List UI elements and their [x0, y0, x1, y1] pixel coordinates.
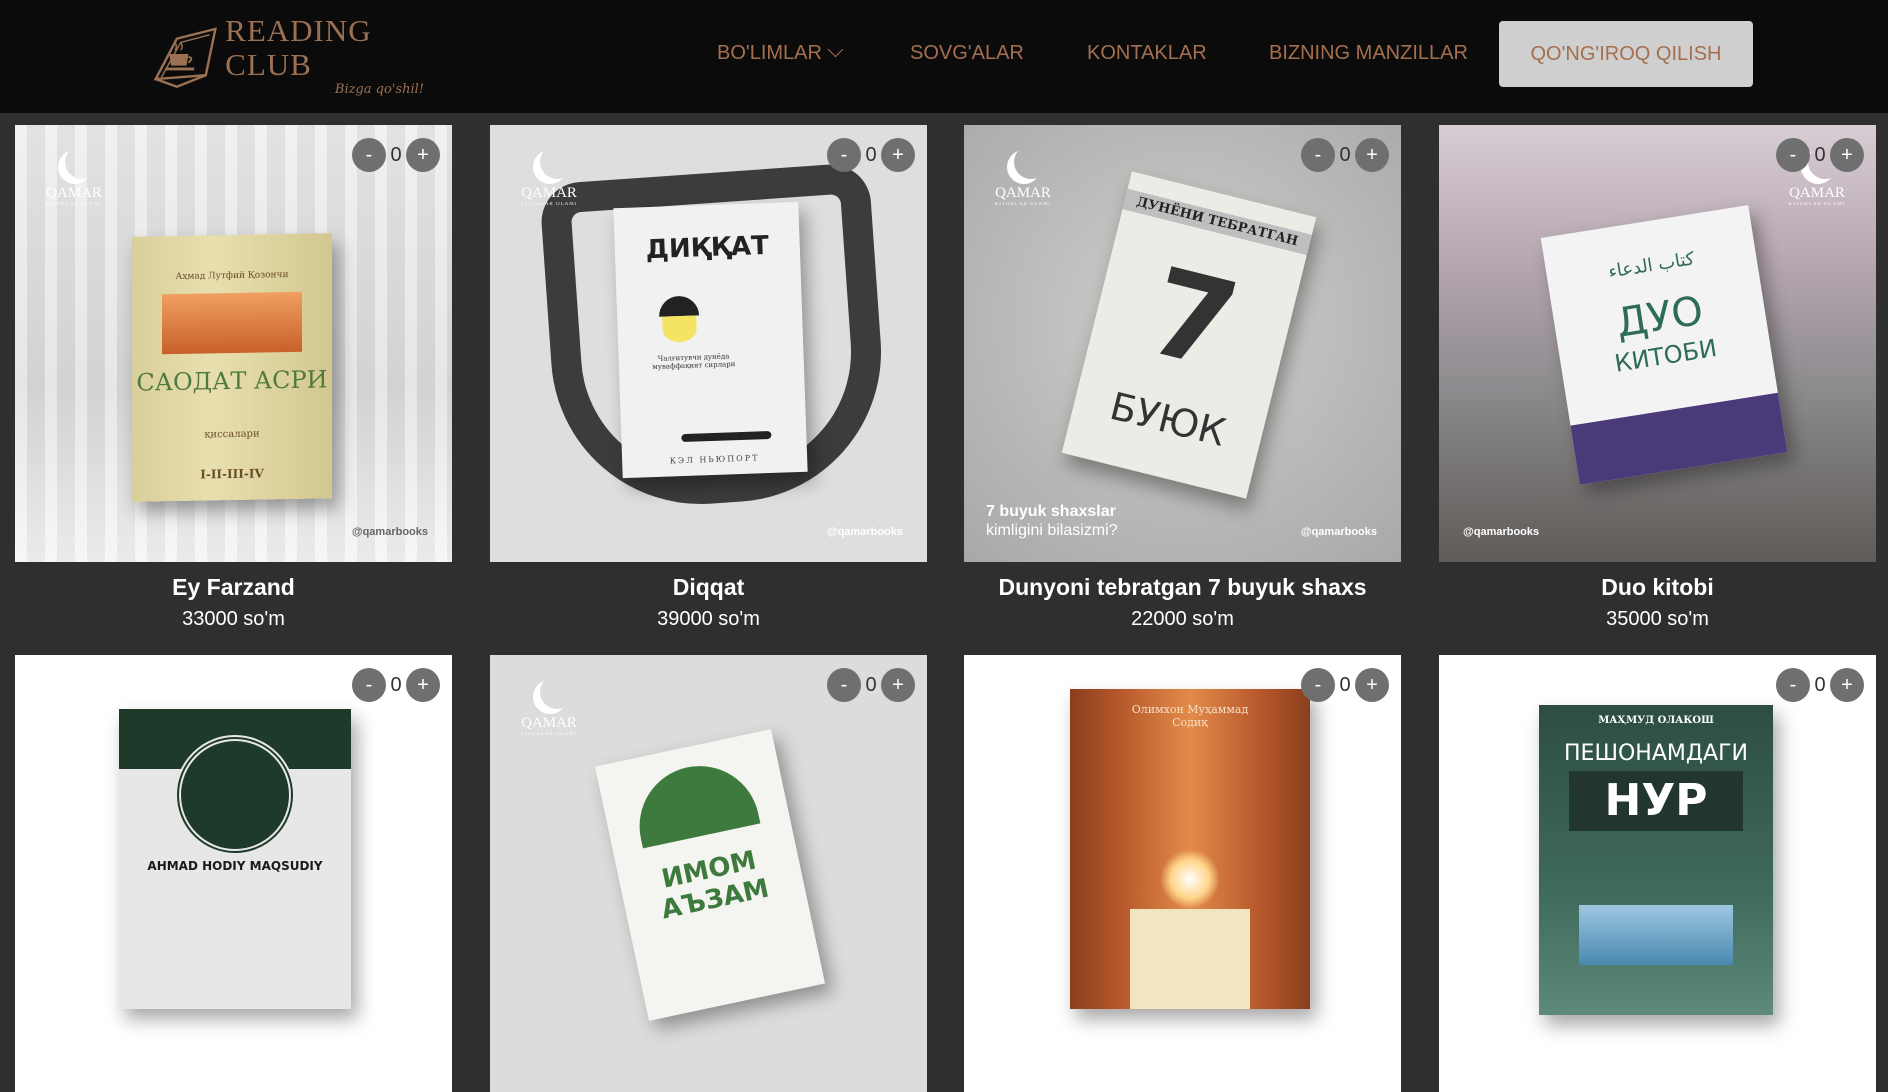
decrease-button[interactable]: -: [1776, 138, 1810, 172]
product-card[interactable]: QAMAR KITOBLAR OLAMI ДИҚҚАТ Чалғитувчи ду…: [490, 125, 927, 630]
site-logo[interactable]: READING CLUB Bizga qo'shil!: [148, 13, 458, 97]
product-image[interactable]: AHMAD HODIY MAQSUDIY - 0 +: [15, 655, 452, 1092]
quantity-stepper[interactable]: - 0 +: [1301, 138, 1389, 172]
nav-item-sovgalar[interactable]: SOVG'ALAR: [910, 0, 1024, 106]
decrease-button[interactable]: -: [352, 138, 386, 172]
product-card[interactable]: QAMAR KITOBLAR OLAMI ИМОМ АЪЗАМ - 0 +: [490, 655, 927, 1092]
product-price: 39000 so'm: [657, 608, 760, 630]
nav-sovgalar-label: SOVG'ALAR: [910, 41, 1024, 64]
decrease-button[interactable]: -: [827, 138, 861, 172]
quantity-stepper[interactable]: - 0 +: [827, 668, 915, 702]
call-button[interactable]: QO'NG'IROQ QILISH: [1499, 21, 1753, 87]
instagram-handle: @qamarbooks: [1300, 526, 1377, 538]
quantity-stepper[interactable]: - 0 +: [1301, 668, 1389, 702]
chevron-down-icon: [827, 41, 844, 57]
qamar-brand: QAMAR KITOBLAR OLAMI: [988, 145, 1058, 207]
increase-button[interactable]: +: [406, 668, 440, 702]
book-cup-logo-icon: [153, 27, 217, 89]
crescent-moon-icon: [540, 675, 574, 709]
decrease-button[interactable]: -: [1301, 668, 1335, 702]
crescent-moon-icon: [65, 145, 99, 179]
nav-kontaklar-label: KONTAKLAR: [1087, 41, 1207, 64]
product-title[interactable]: Diqqat: [490, 574, 927, 601]
quantity-value: 0: [390, 143, 402, 166]
quantity-stepper[interactable]: - 0 +: [352, 138, 440, 172]
nav-item-kontaklar[interactable]: KONTAKLAR: [1087, 0, 1207, 106]
book-cover: Аҳмад Лутфий Қозончи САОДАТ АСРИ қиссала…: [132, 233, 332, 502]
increase-button[interactable]: +: [881, 138, 915, 172]
book-cover: Олимхон Муҳаммад Содиқ: [1070, 689, 1310, 1009]
instagram-handle: @qamarbooks: [351, 526, 428, 538]
quantity-stepper[interactable]: - 0 +: [352, 668, 440, 702]
product-price: 35000 so'm: [1606, 608, 1709, 630]
nav-bolimlar-label: BO'LIMLAR: [717, 41, 822, 64]
product-card[interactable]: Олимхон Муҳаммад Содиқ - 0 +: [964, 655, 1401, 1092]
product-image[interactable]: QAMAR KITOBLAR OLAMI ДУНЁНИ ТЕБРАТГАН 7 Б…: [964, 125, 1401, 562]
promo-caption: 7 buyuk shaxslar kimligini bilasizmi?: [986, 503, 1118, 539]
increase-button[interactable]: +: [1830, 668, 1864, 702]
book-cover: كتاب الدعاء ДУО КИТОБИ: [1540, 205, 1788, 485]
site-header: READING CLUB Bizga qo'shil! BO'LIMLAR SO…: [0, 0, 1888, 113]
product-image[interactable]: МАҲМУД ОЛАКОШ ПЕШОНАМДАГИ НУР - 0 +: [1439, 655, 1876, 1092]
decrease-button[interactable]: -: [352, 668, 386, 702]
product-image[interactable]: QAMAR KITOBLAR OLAMI ИМОМ АЪЗАМ - 0 +: [490, 655, 927, 1092]
product-image[interactable]: Олимхон Муҳаммад Содиқ - 0 +: [964, 655, 1401, 1092]
quantity-value: 0: [1814, 673, 1826, 696]
increase-button[interactable]: +: [1355, 138, 1389, 172]
quantity-value: 0: [390, 673, 402, 696]
product-card[interactable]: QAMAR KITOBLAR OLAMI كتاب الدعاء ДУО КИТО…: [1439, 125, 1876, 630]
product-title[interactable]: Ey Farzand: [15, 574, 452, 601]
nav-manzillar-label: BIZNING MANZILLAR: [1269, 41, 1468, 64]
crescent-moon-icon: [1014, 145, 1048, 179]
nav-item-bolimlar[interactable]: BO'LIMLAR: [717, 0, 844, 106]
crescent-moon-icon: [540, 145, 574, 179]
increase-button[interactable]: +: [881, 668, 915, 702]
quantity-value: 0: [1339, 673, 1351, 696]
product-card[interactable]: QAMAR KITOBLAR OLAMI ДУНЁНИ ТЕБРАТГАН 7 Б…: [964, 125, 1401, 630]
quantity-stepper[interactable]: - 0 +: [1776, 138, 1864, 172]
decrease-button[interactable]: -: [827, 668, 861, 702]
book-cover: МАҲМУД ОЛАКОШ ПЕШОНАМДАГИ НУР: [1539, 705, 1773, 1015]
quantity-value: 0: [865, 673, 877, 696]
product-card[interactable]: QAMAR KITOBLAR OLAMI Аҳмад Лутфий Қозончи…: [15, 125, 452, 630]
product-title[interactable]: Duo kitobi: [1439, 574, 1876, 601]
instagram-handle: @qamarbooks: [1463, 526, 1540, 538]
book-cover: ДУНЁНИ ТЕБРАТГАН 7 БУЮК: [1061, 171, 1317, 499]
decrease-button[interactable]: -: [1301, 138, 1335, 172]
product-image[interactable]: QAMAR KITOBLAR OLAMI كتاب الدعاء ДУО КИТО…: [1439, 125, 1876, 562]
product-card[interactable]: МАҲМУД ОЛАКОШ ПЕШОНАМДАГИ НУР - 0 +: [1439, 655, 1876, 1092]
instagram-handle: @qamarbooks: [826, 526, 903, 538]
product-price: 22000 so'm: [1131, 608, 1234, 630]
product-card[interactable]: AHMAD HODIY MAQSUDIY - 0 +: [15, 655, 452, 1092]
book-cover: ДИҚҚАТ Чалғитувчи дунёда муваффақият сир…: [613, 201, 808, 479]
quantity-value: 0: [1814, 143, 1826, 166]
quantity-value: 0: [1339, 143, 1351, 166]
qamar-brand: QAMAR KITOBLAR OLAMI: [39, 145, 109, 207]
nav-item-manzillar[interactable]: BIZNING MANZILLAR: [1269, 0, 1468, 106]
increase-button[interactable]: +: [406, 138, 440, 172]
decrease-button[interactable]: -: [1776, 668, 1810, 702]
qamar-brand: QAMAR KITOBLAR OLAMI: [514, 145, 584, 207]
product-image[interactable]: QAMAR KITOBLAR OLAMI ДИҚҚАТ Чалғитувчи ду…: [490, 125, 927, 562]
quantity-value: 0: [865, 143, 877, 166]
product-price: 33000 so'm: [182, 608, 285, 630]
qamar-brand: QAMAR KITOBLAR OLAMI: [514, 675, 584, 737]
quantity-stepper[interactable]: - 0 +: [827, 138, 915, 172]
logo-title: READING CLUB: [225, 12, 372, 82]
product-title[interactable]: Dunyoni tebratgan 7 buyuk shaxs: [964, 574, 1401, 601]
increase-button[interactable]: +: [1830, 138, 1864, 172]
book-cover: AHMAD HODIY MAQSUDIY: [119, 709, 351, 1009]
book-cover: ИМОМ АЪЗАМ: [594, 729, 826, 1021]
increase-button[interactable]: +: [1355, 668, 1389, 702]
logo-tagline: Bizga qo'shil!: [334, 81, 424, 97]
quantity-stepper[interactable]: - 0 +: [1776, 668, 1864, 702]
product-image[interactable]: QAMAR KITOBLAR OLAMI Аҳмад Лутфий Қозончи…: [15, 125, 452, 562]
